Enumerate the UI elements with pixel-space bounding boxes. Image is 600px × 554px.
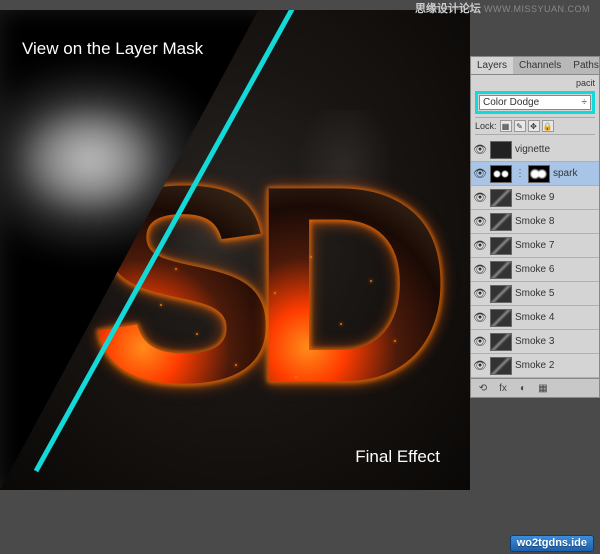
layer-row[interactable]: 👁 Smoke 5 — [471, 282, 599, 306]
visibility-eye-icon[interactable]: 👁 — [473, 311, 487, 325]
opacity-label-fragment: pacit — [576, 78, 595, 88]
fx-icon[interactable]: fx — [496, 382, 510, 394]
blend-mode-highlight: Color Dodge ÷ — [475, 91, 595, 114]
layer-row[interactable]: 👁 Smoke 4 — [471, 306, 599, 330]
document-canvas: S S D D View on the Layer Mask Final Eff… — [0, 10, 470, 490]
opacity-row: pacit — [475, 78, 595, 88]
visibility-eye-icon[interactable]: 👁 — [473, 239, 487, 253]
lock-transparency-icon[interactable]: ▦ — [500, 120, 512, 132]
layer-list: 👁 vignette 👁 ⋮ spark 👁 Smoke 9 👁 Smoke 8 👁 Smoke 7… — [471, 138, 599, 378]
sparks-overlay — [130, 160, 430, 400]
tab-layers[interactable]: Layers — [471, 57, 513, 74]
lock-all-icon[interactable]: 🔒 — [542, 120, 554, 132]
layer-thumbnail[interactable] — [490, 309, 512, 327]
layer-name-label[interactable]: Smoke 2 — [515, 360, 597, 371]
lock-pixels-icon[interactable]: ✎ — [514, 120, 526, 132]
tab-paths[interactable]: Paths — [567, 57, 600, 74]
visibility-eye-icon[interactable]: 👁 — [473, 359, 487, 373]
blend-mode-value: Color Dodge — [483, 97, 539, 108]
layer-name-label[interactable]: Smoke 3 — [515, 336, 597, 347]
visibility-eye-icon[interactable]: 👁 — [473, 215, 487, 229]
watermark-en: WWW.MISSYUAN.COM — [484, 4, 590, 14]
visibility-eye-icon[interactable]: 👁 — [473, 143, 487, 157]
bottom-watermark: wo2tgdns.ide — [510, 535, 594, 552]
layer-row[interactable]: 👁 vignette — [471, 138, 599, 162]
layer-thumbnail[interactable] — [490, 237, 512, 255]
layer-row[interactable]: 👁 Smoke 8 — [471, 210, 599, 234]
adjustment-icon[interactable]: ▦ — [536, 382, 550, 394]
layer-name-label[interactable]: Smoke 9 — [515, 192, 597, 203]
caption-mask-view: View on the Layer Mask — [22, 40, 203, 57]
source-watermark: 思缘设计论坛 WWW.MISSYUAN.COM — [415, 4, 590, 15]
panel-controls: pacit Color Dodge ÷ Lock: ▦ ✎ ✥ 🔒 — [471, 75, 599, 138]
layer-name-label[interactable]: vignette — [515, 144, 597, 155]
caption-final-effect: Final Effect — [355, 448, 440, 465]
visibility-eye-icon[interactable]: 👁 — [473, 167, 487, 181]
lock-position-icon[interactable]: ✥ — [528, 120, 540, 132]
layer-name-label[interactable]: Smoke 8 — [515, 216, 597, 227]
layer-row[interactable]: 👁 Smoke 3 — [471, 330, 599, 354]
layer-row[interactable]: 👁 Smoke 2 — [471, 354, 599, 378]
lock-row: Lock: ▦ ✎ ✥ 🔒 — [475, 117, 595, 135]
blend-mode-dropdown[interactable]: Color Dodge ÷ — [479, 95, 591, 110]
layer-thumbnail[interactable] — [490, 165, 512, 183]
tab-channels[interactable]: Channels — [513, 57, 567, 74]
mask-thumbnail[interactable] — [528, 165, 550, 183]
watermark-cn: 思缘设计论坛 — [415, 3, 481, 15]
layers-panel: Layers Channels Paths pacit Color Dodge … — [470, 56, 600, 398]
layer-name-label[interactable]: Smoke 4 — [515, 312, 597, 323]
layer-thumbnail[interactable] — [490, 141, 512, 159]
link-layers-icon[interactable]: ⟲ — [476, 382, 490, 394]
mask-icon[interactable]: ◐ — [516, 382, 530, 394]
letter-d: D — [250, 129, 442, 441]
layer-row[interactable]: 👁 Smoke 7 — [471, 234, 599, 258]
layer-thumbnail[interactable] — [490, 213, 512, 231]
visibility-eye-icon[interactable]: 👁 — [473, 263, 487, 277]
layer-thumbnail[interactable] — [490, 285, 512, 303]
layer-name-label[interactable]: Smoke 7 — [515, 240, 597, 251]
layer-name-label[interactable]: spark — [553, 168, 597, 179]
layer-row[interactable]: 👁 Smoke 6 — [471, 258, 599, 282]
visibility-eye-icon[interactable]: 👁 — [473, 335, 487, 349]
mask-link-icon[interactable]: ⋮ — [515, 168, 525, 179]
layer-name-label[interactable]: Smoke 5 — [515, 288, 597, 299]
panel-footer: ⟲ fx ◐ ▦ — [471, 378, 599, 397]
visibility-eye-icon[interactable]: 👁 — [473, 191, 487, 205]
layer-name-label[interactable]: Smoke 6 — [515, 264, 597, 275]
layer-thumbnail[interactable] — [490, 189, 512, 207]
layer-thumbnail[interactable] — [490, 333, 512, 351]
layer-thumbnail[interactable] — [490, 261, 512, 279]
visibility-eye-icon[interactable]: 👁 — [473, 287, 487, 301]
letter-d-glow: D — [250, 145, 442, 425]
dropdown-icon: ÷ — [582, 97, 588, 108]
layer-thumbnail[interactable] — [490, 357, 512, 375]
layer-row[interactable]: 👁 Smoke 9 — [471, 186, 599, 210]
layer-row[interactable]: 👁 ⋮ spark — [471, 162, 599, 186]
panel-tabs: Layers Channels Paths — [471, 57, 599, 75]
lock-label: Lock: — [475, 121, 497, 131]
